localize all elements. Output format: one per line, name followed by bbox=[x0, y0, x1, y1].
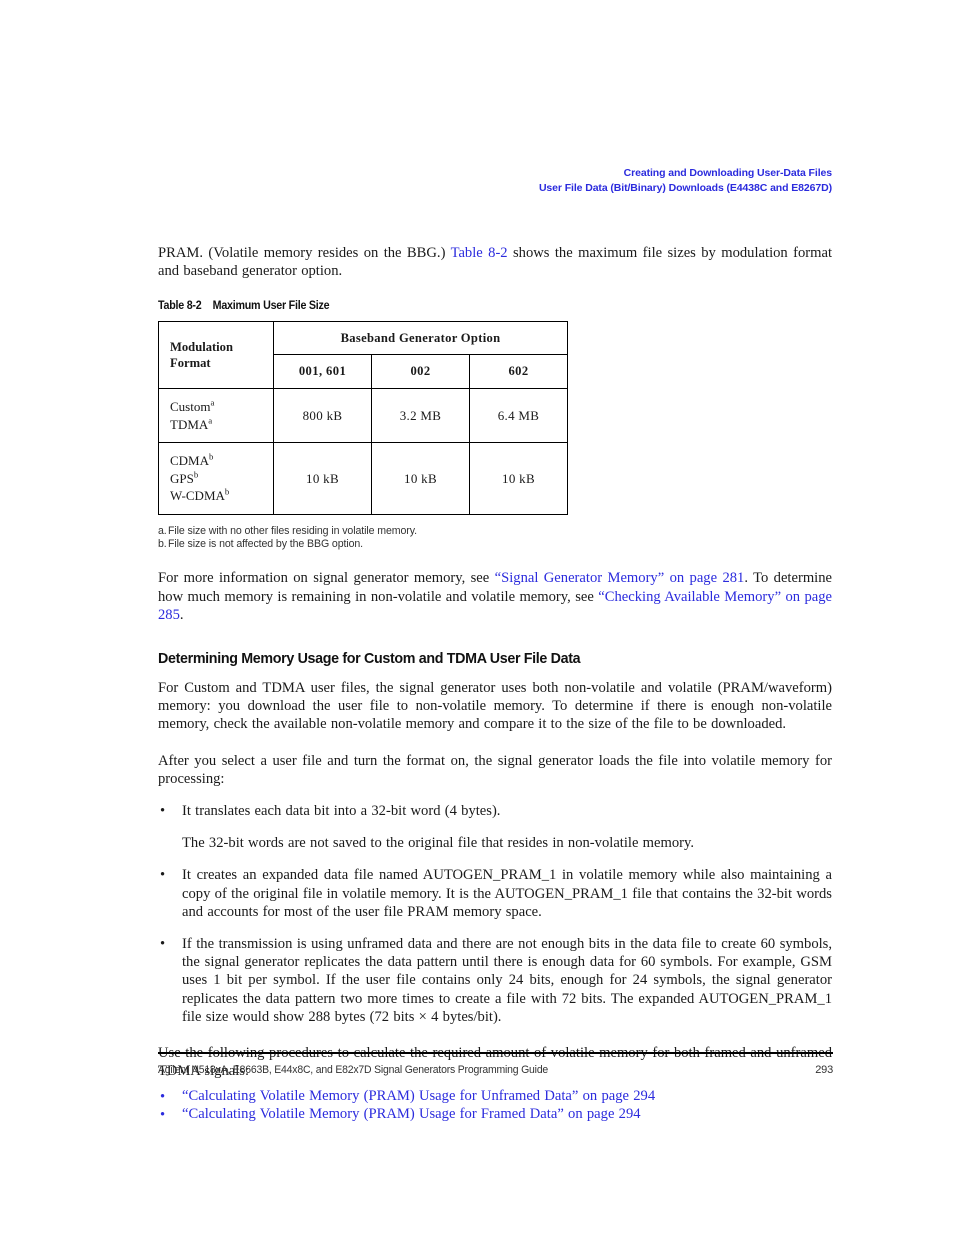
section-paragraph-1: For Custom and TDMA user files, the sign… bbox=[158, 679, 832, 733]
running-header: Creating and Downloading User-Data Files… bbox=[158, 166, 832, 195]
table-footnotes: a. File size with no other files residin… bbox=[158, 525, 832, 551]
table-header-row-group: Modulation Format Baseband Generator Opti… bbox=[158, 321, 568, 390]
unframed-data-xref-link[interactable]: “Calculating Volatile Memory (PRAM) Usag… bbox=[182, 1088, 832, 1106]
table-caption-number: Table 8-2 bbox=[158, 300, 202, 313]
footnote-a-mark: a. bbox=[158, 524, 167, 537]
table-cell-0-0: 800 kB bbox=[273, 388, 372, 444]
table-cell-0-1: 3.2 MB bbox=[371, 388, 470, 444]
running-header-line-2: User File Data (Bit/Binary) Downloads (E… bbox=[538, 181, 832, 194]
maximum-user-file-size-table: Modulation Format Baseband Generator Opti… bbox=[158, 321, 568, 515]
footnote-a: a. File size with no other files residin… bbox=[158, 525, 832, 538]
footnote-b-text: File size is not affected by the BBG opt… bbox=[168, 538, 364, 551]
framed-data-xref-link[interactable]: “Calculating Volatile Memory (PRAM) Usag… bbox=[182, 1106, 832, 1124]
list-item[interactable]: • “Calculating Volatile Memory (PRAM) Us… bbox=[158, 1088, 832, 1106]
bullet-icon: • bbox=[160, 802, 166, 819]
footnote-b-mark: b. bbox=[158, 538, 167, 551]
footer-guide-title: Agilent N518xA, E8663B, E44x8C, and E82x… bbox=[158, 1064, 549, 1076]
running-header-line-1: Creating and Downloading User-Data Files bbox=[623, 167, 832, 179]
list-item-text: It creates an expanded data file named A… bbox=[182, 867, 832, 920]
footnote-a-text: File size with no other files residing i… bbox=[168, 524, 417, 537]
table-cell-1-2: 10 kB bbox=[469, 442, 568, 515]
list-item-subtext: The 32-bit words are not saved to the or… bbox=[182, 835, 695, 852]
table-column-header-2: 602 bbox=[469, 354, 568, 390]
footnote-b: b. File size is not affected by the BBG … bbox=[158, 538, 832, 551]
table-xref-link[interactable]: Table 8-2 bbox=[451, 245, 508, 261]
list-item[interactable]: • “Calculating Volatile Memory (PRAM) Us… bbox=[158, 1106, 832, 1124]
table-row: CDMAb GPSb W-CDMAb 10 kB 10 kB 10 kB bbox=[158, 442, 568, 515]
memory-info-seg-3: . bbox=[179, 606, 184, 623]
table-cell-0-2: 6.4 MB bbox=[469, 388, 568, 444]
footer-page-number: 293 bbox=[815, 1064, 833, 1076]
bullet-icon: • bbox=[160, 1089, 166, 1106]
footer-divider bbox=[158, 1052, 833, 1054]
signal-generator-memory-xref-link[interactable]: “Signal Generator Memory” on page 281 bbox=[495, 570, 745, 586]
table-column-header-0: 001, 601 bbox=[273, 354, 372, 390]
list-item: • If the transmission is using unframed … bbox=[158, 935, 832, 1026]
memory-usage-bullet-list: • It translates each data bit into a 32-… bbox=[158, 802, 832, 1026]
list-item: • It translates each data bit into a 32-… bbox=[158, 802, 832, 852]
section-paragraph-2: After you select a user file and turn th… bbox=[158, 752, 832, 787]
table-row-label-0: Customa TDMAa bbox=[158, 388, 274, 444]
table-column-header-1: 002 bbox=[371, 354, 470, 390]
table-cell-1-0: 10 kB bbox=[273, 442, 372, 515]
bullet-icon: • bbox=[160, 935, 166, 952]
list-item: • It creates an expanded data file named… bbox=[158, 866, 832, 921]
page-content: PRAM. (Volatile memory resides on the BB… bbox=[158, 244, 832, 1123]
list-item-text: It translates each data bit into a 32-bi… bbox=[182, 802, 501, 819]
table-group-header: Baseband Generator Option bbox=[273, 321, 568, 356]
intro-text-before: PRAM. (Volatile memory resides on the BB… bbox=[158, 245, 451, 261]
table-row-header-label: Modulation Format bbox=[158, 321, 274, 390]
bullet-icon: • bbox=[160, 1106, 166, 1123]
memory-info-seg-1: For more information on signal generator… bbox=[158, 570, 495, 587]
document-page: Creating and Downloading User-Data Files… bbox=[0, 0, 954, 1235]
procedure-xref-list: • “Calculating Volatile Memory (PRAM) Us… bbox=[158, 1088, 832, 1123]
table-cell-1-1: 10 kB bbox=[371, 442, 470, 515]
bullet-icon: • bbox=[160, 867, 166, 884]
table-row: Customa TDMAa 800 kB 3.2 MB 6.4 MB bbox=[158, 388, 568, 444]
page-footer: Agilent N518xA, E8663B, E44x8C, and E82x… bbox=[158, 1064, 833, 1076]
intro-paragraph: PRAM. (Volatile memory resides on the BB… bbox=[158, 244, 832, 280]
list-item-text: If the transmission is using unframed da… bbox=[182, 935, 832, 1025]
table-caption: Table 8-2 Maximum User File Size bbox=[158, 300, 785, 312]
section-heading: Determining Memory Usage for Custom and … bbox=[158, 650, 581, 667]
table-caption-title: Maximum User File Size bbox=[212, 300, 330, 313]
table-row-label-1: CDMAb GPSb W-CDMAb bbox=[158, 442, 274, 515]
memory-info-paragraph: For more information on signal generator… bbox=[158, 569, 832, 624]
